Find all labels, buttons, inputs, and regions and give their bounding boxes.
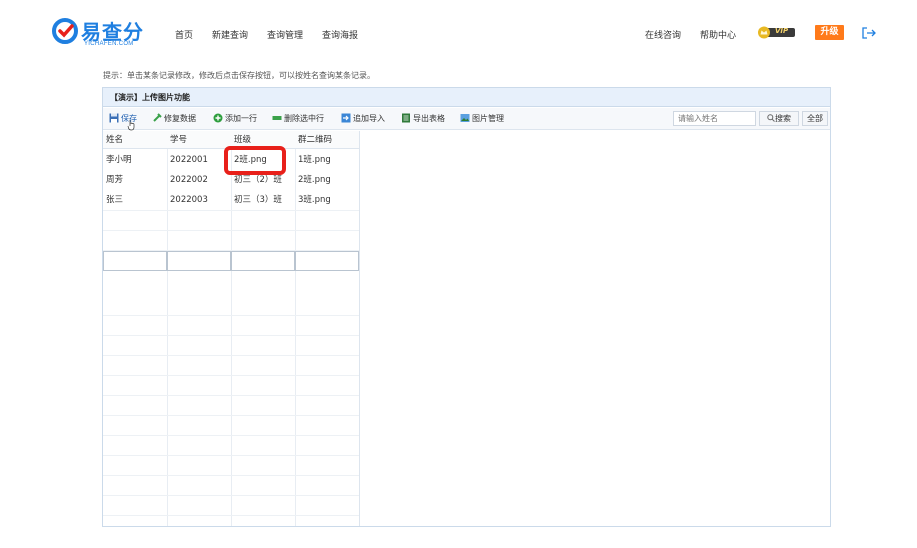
new-row-editor[interactable] [103, 251, 359, 271]
column-header-student-id[interactable]: 学号 [167, 131, 187, 149]
new-row-qr-code-input[interactable] [295, 251, 359, 271]
cell-qr-code[interactable]: 3班.png [295, 190, 331, 210]
cell-name[interactable]: 周芳 [103, 170, 123, 190]
delete-bar-icon [272, 116, 282, 120]
export-table-button[interactable]: 导出表格 [401, 112, 445, 126]
highlight-annotation [224, 146, 286, 175]
vip-badge[interactable]: VIP [757, 26, 795, 39]
image-icon [460, 114, 470, 122]
cell-name[interactable]: 张三 [103, 190, 123, 210]
cell-name[interactable]: 李小明 [103, 150, 132, 170]
toolbar: 保存 修复数据 添加一行 删除选中行 追加导入 导出表格 图片管理 搜索 全部 [103, 108, 830, 131]
cell-student-id[interactable]: 2022002 [167, 170, 208, 190]
nav-query-poster[interactable]: 查询海报 [322, 28, 358, 41]
cell-class[interactable]: 初三（3）班 [231, 190, 282, 210]
import-icon [341, 113, 351, 123]
new-row-student-id-input[interactable] [167, 251, 231, 271]
new-row-class-input[interactable] [231, 251, 295, 271]
cell-student-id[interactable]: 2022001 [167, 150, 208, 170]
upgrade-button[interactable]: 升级 [815, 25, 844, 40]
mouse-cursor-icon [127, 120, 135, 131]
search-button[interactable]: 搜索 [759, 111, 799, 126]
add-row-label: 添加一行 [225, 114, 257, 123]
column-header-qr-code[interactable]: 群二维码 [295, 131, 332, 149]
table-row[interactable]: 张三 2022003 初三（3）班 3班.png [103, 190, 359, 210]
repair-label: 修复数据 [164, 114, 196, 123]
vip-label: VIP [775, 27, 789, 35]
cell-qr-code[interactable]: 1班.png [295, 150, 331, 170]
repair-icon [153, 113, 162, 122]
image-manage-label: 图片管理 [472, 114, 504, 123]
panel-title: 【演示】上传图片功能 [103, 88, 830, 107]
data-grid: 姓名 学号 班级 群二维码 李小明 2022001 2班.png 1班.png … [103, 131, 360, 526]
nav-new-query[interactable]: 新建查询 [212, 28, 248, 41]
nav-home[interactable]: 首页 [175, 28, 193, 41]
new-row-name-input[interactable] [103, 251, 167, 271]
add-row-button[interactable]: 添加一行 [213, 112, 257, 126]
cell-student-id[interactable]: 2022003 [167, 190, 208, 210]
logout-icon[interactable] [862, 27, 876, 39]
export-table-icon [402, 113, 410, 123]
nav-help-center[interactable]: 帮助中心 [700, 28, 736, 41]
delete-row-label: 删除选中行 [284, 114, 324, 123]
append-import-label: 追加导入 [353, 114, 385, 123]
name-search-input[interactable] [673, 111, 756, 126]
search-icon [767, 114, 775, 122]
column-header-name[interactable]: 姓名 [103, 131, 123, 149]
logo-subtext: YICHAFEN.COM [84, 41, 134, 47]
data-panel: 【演示】上传图片功能 保存 修复数据 添加一行 删除选中行 追加导入 导出表格 … [102, 87, 831, 527]
cell-qr-code[interactable]: 2班.png [295, 170, 331, 190]
logo-mark-icon [52, 18, 78, 44]
add-circle-icon [213, 113, 223, 123]
image-manage-button[interactable]: 图片管理 [460, 112, 504, 126]
repair-data-button[interactable]: 修复数据 [152, 112, 196, 126]
hint-text: 提示：单击某条记录修改，修改后点击保存按钮，可以按姓名查询某条记录。 [103, 71, 375, 80]
search-label: 搜索 [775, 114, 791, 123]
logo[interactable]: 易查分 YICHAFEN.COM [52, 18, 147, 50]
nav-online-consult[interactable]: 在线咨询 [645, 28, 681, 41]
nav-query-manage[interactable]: 查询管理 [267, 28, 303, 41]
append-import-button[interactable]: 追加导入 [341, 112, 385, 126]
top-header: 易查分 YICHAFEN.COM 首页 新建查询 查询管理 查询海报 在线咨询 … [0, 0, 917, 64]
floppy-disk-icon [109, 113, 119, 123]
show-all-button[interactable]: 全部 [802, 111, 828, 126]
export-table-label: 导出表格 [413, 114, 445, 123]
delete-row-button[interactable]: 删除选中行 [272, 112, 324, 126]
